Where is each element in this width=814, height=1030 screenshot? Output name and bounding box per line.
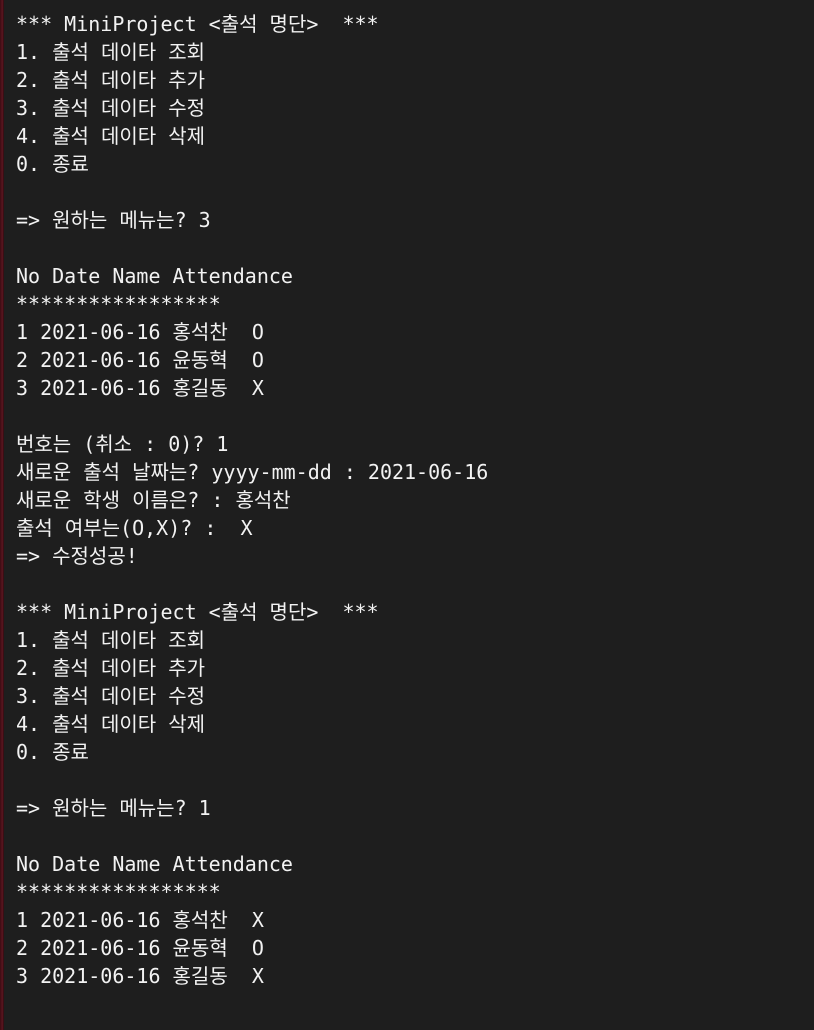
terminal-line: 4. 출석 데이타 삭제 [16,712,206,736]
terminal-line: => 원하는 메뉴는? 1 [16,796,211,820]
terminal-line: 2. 출석 데이타 추가 [16,656,206,680]
terminal-line: ***************** [16,292,221,316]
terminal-line: No Date Name Attendance [16,852,293,876]
terminal-line: *** MiniProject <출석 명단> *** [16,600,379,624]
terminal-line: 4. 출석 데이타 삭제 [16,124,206,148]
terminal-line: 3 2021-06-16 홍길동 X [16,376,264,400]
terminal-line: 출석 여부는(O,X)? : X [16,516,253,540]
terminal-line: 2 2021-06-16 윤동혁 O [16,348,264,372]
terminal-line: 1. 출석 데이타 조회 [16,628,206,652]
terminal-line: 새로운 출석 날짜는? yyyy-mm-dd : 2021-06-16 [16,460,489,484]
terminal-window[interactable]: *** MiniProject <출석 명단> *** 1. 출석 데이타 조회 2… [0,0,814,1030]
terminal-line: ***************** [16,880,221,904]
terminal-line: 2. 출석 데이타 추가 [16,68,206,92]
terminal-line: 3. 출석 데이타 수정 [16,684,206,708]
terminal-line: 새로운 학생 이름은? : 홍석찬 [16,488,291,512]
terminal-line: 0. 종료 [16,152,89,176]
terminal-line: 번호는 (취소 : 0)? 1 [16,432,229,456]
window-edge [0,0,4,1030]
terminal-line: 3 2021-06-16 홍길동 X [16,964,264,988]
terminal-line: 2 2021-06-16 윤동혁 O [16,936,264,960]
terminal-line: 1. 출석 데이타 조회 [16,40,206,64]
terminal-line: 3. 출석 데이타 수정 [16,96,206,120]
terminal-line: *** MiniProject <출석 명단> *** [16,12,379,36]
terminal-line: 0. 종료 [16,740,89,764]
terminal-line: 1 2021-06-16 홍석찬 O [16,320,264,344]
terminal-line: No Date Name Attendance [16,264,293,288]
terminal-line: => 원하는 메뉴는? 3 [16,208,211,232]
terminal-output[interactable]: *** MiniProject <출석 명단> *** 1. 출석 데이타 조회 2… [16,10,814,990]
terminal-line: 1 2021-06-16 홍석찬 X [16,908,264,932]
terminal-line: => 수정성공! [16,544,138,568]
